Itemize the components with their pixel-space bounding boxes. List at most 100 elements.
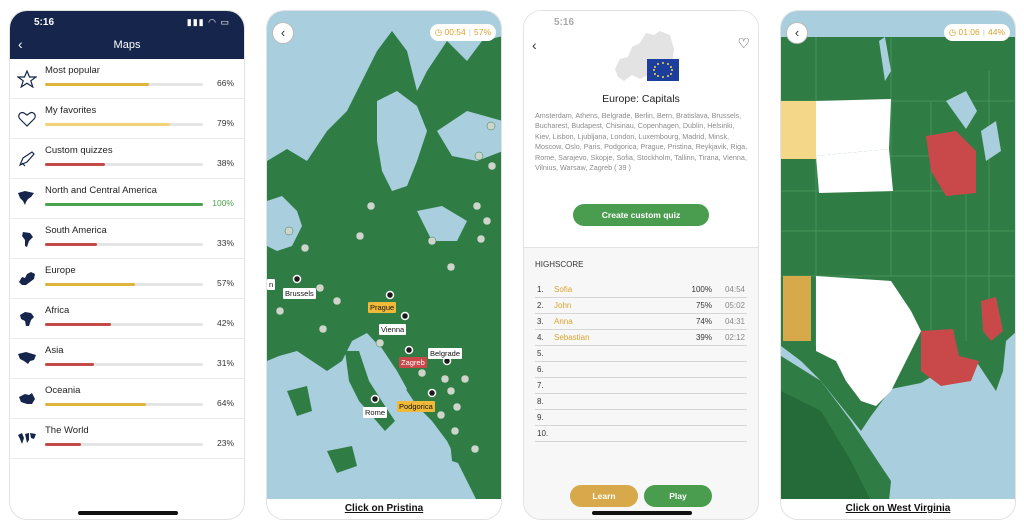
- score-percent: 75%: [695, 301, 712, 310]
- back-button[interactable]: ‹: [786, 22, 808, 44]
- play-button[interactable]: Play: [644, 485, 712, 507]
- table-row: 5.: [535, 346, 747, 362]
- list-item[interactable]: South America 33%: [10, 219, 244, 259]
- home-indicator: [78, 511, 178, 515]
- nav-bar: 5:16 ▮▮▮ ◠ ▭ ‹ Maps: [10, 11, 244, 59]
- highscore-title: HIGHSCORE: [535, 260, 584, 269]
- progress-track: [45, 83, 203, 86]
- list-item-label: Europe: [45, 265, 76, 276]
- favorite-heart-icon[interactable]: ♡: [737, 35, 750, 52]
- timer-badge: ◷ 01:06 | 44%: [943, 24, 1010, 41]
- back-chevron-icon[interactable]: ‹: [532, 37, 537, 53]
- progress-fill: [45, 283, 136, 286]
- rank: 10.: [537, 429, 549, 438]
- player-name: Anna: [554, 317, 573, 326]
- progress-fill: [45, 163, 106, 166]
- rank: 5.: [537, 349, 544, 358]
- list-item-percent: 100%: [212, 198, 234, 208]
- europe-map-svg: [267, 11, 501, 501]
- list-item[interactable]: North and Central America 100%: [10, 179, 244, 219]
- clock-icon: ◷: [434, 27, 443, 37]
- rank: 2.: [537, 301, 544, 310]
- page-title: Maps: [113, 39, 141, 51]
- rank: 4.: [537, 333, 544, 342]
- rank: 7.: [537, 381, 544, 390]
- progress-fill: [45, 123, 170, 126]
- city-label-brussels: Brussels: [283, 288, 316, 299]
- list-item-percent: 23%: [216, 438, 234, 448]
- list-item[interactable]: Asia 31%: [10, 339, 244, 379]
- usa-map[interactable]: [781, 11, 1015, 501]
- progress-fill: [45, 243, 98, 246]
- score-time: 05:02: [724, 301, 745, 310]
- city-label-belgrade: Belgrade: [428, 348, 463, 359]
- list-item-percent: 38%: [216, 158, 234, 168]
- progress-fill: [45, 323, 112, 326]
- progress-fill: [45, 403, 147, 406]
- player-name: Sofia: [554, 285, 573, 294]
- quiz-header: 5:16 ‹ ♡ Europe: Capitals Amsterdam, Ath…: [524, 11, 758, 247]
- category-list: Most popular 66% My favorites 79% Custom qui…: [10, 59, 244, 459]
- list-item-percent: 42%: [216, 318, 234, 328]
- list-item-label: North and Central America: [45, 185, 157, 196]
- table-row: 10.: [535, 426, 747, 442]
- quiz-title: Europe: Capitals: [602, 93, 680, 105]
- list-item[interactable]: Most popular 66%: [10, 59, 244, 99]
- score-time: 04:31: [724, 317, 745, 326]
- city-label-podgorica: Podgorica: [397, 401, 435, 412]
- progress-percent: 44%: [987, 27, 1005, 37]
- list-item-label: South America: [45, 225, 107, 236]
- rank: 3.: [537, 317, 544, 326]
- rank: 9.: [537, 413, 544, 422]
- list-item-percent: 57%: [216, 278, 234, 288]
- list-item-label: The World: [45, 425, 89, 436]
- table-row: 1. Sofia 100% 04:54: [535, 282, 747, 298]
- list-item[interactable]: Oceania 64%: [10, 379, 244, 419]
- usa-map-svg: [781, 11, 1015, 501]
- list-item[interactable]: Custom quizzes 38%: [10, 139, 244, 179]
- rank: 1.: [537, 285, 544, 294]
- city-label-zagreb: Zagreb: [399, 357, 427, 368]
- rank: 6.: [537, 365, 544, 374]
- list-item-label: Asia: [45, 345, 64, 356]
- list-item[interactable]: Africa 42%: [10, 299, 244, 339]
- list-item-percent: 31%: [216, 358, 234, 368]
- list-item-label: My favorites: [45, 105, 97, 116]
- learn-button[interactable]: Learn: [570, 485, 638, 507]
- asia-icon: [17, 350, 37, 368]
- list-item-percent: 79%: [216, 118, 234, 128]
- europe-icon: [17, 270, 37, 288]
- list-item-label: Africa: [45, 305, 70, 316]
- rank: 8.: [537, 397, 544, 406]
- progress-track: [45, 403, 203, 406]
- europe-map[interactable]: n Brussels Prague Vienna Zagreb Belgrade…: [267, 11, 501, 501]
- back-button[interactable]: ‹: [272, 22, 294, 44]
- europe-map-screen: n Brussels Prague Vienna Zagreb Belgrade…: [266, 10, 502, 520]
- player-name: Sebastian: [554, 333, 590, 342]
- table-row: 4. Sebastian 39% 02:12: [535, 330, 747, 346]
- city-label-vienna: Vienna: [379, 324, 407, 335]
- world-icon: [17, 430, 37, 448]
- list-item-percent: 66%: [216, 78, 234, 88]
- clock-icon: ◷: [948, 27, 957, 37]
- maps-list-screen: 5:16 ▮▮▮ ◠ ▭ ‹ Maps Most popular 66% My fa…: [9, 10, 245, 520]
- progress-track: [45, 163, 203, 166]
- pencil-icon: [17, 150, 37, 168]
- list-item[interactable]: My favorites 79%: [10, 99, 244, 139]
- list-item[interactable]: The World 23%: [10, 419, 244, 459]
- score-percent: 74%: [695, 317, 712, 326]
- table-row: 3. Anna 74% 04:31: [535, 314, 747, 330]
- list-item[interactable]: Europe 57%: [10, 259, 244, 299]
- progress-track: [45, 243, 203, 246]
- capitals-list: Amsterdam, Athens, Belgrade, Berlin, Ber…: [535, 111, 748, 173]
- progress-fill: [45, 443, 82, 446]
- city-label-edge: n: [267, 279, 276, 290]
- score-time: 02:12: [724, 333, 745, 342]
- quiz-prompt: Click on Pristina: [267, 499, 501, 519]
- timer-value: 00:54: [444, 27, 466, 37]
- table-row: 9.: [535, 410, 747, 426]
- status-time: 5:16: [554, 17, 575, 28]
- create-custom-quiz-button[interactable]: Create custom quiz: [573, 204, 709, 226]
- timer-badge: ◷ 00:54 | 57%: [429, 24, 496, 41]
- list-item-label: Custom quizzes: [45, 145, 113, 156]
